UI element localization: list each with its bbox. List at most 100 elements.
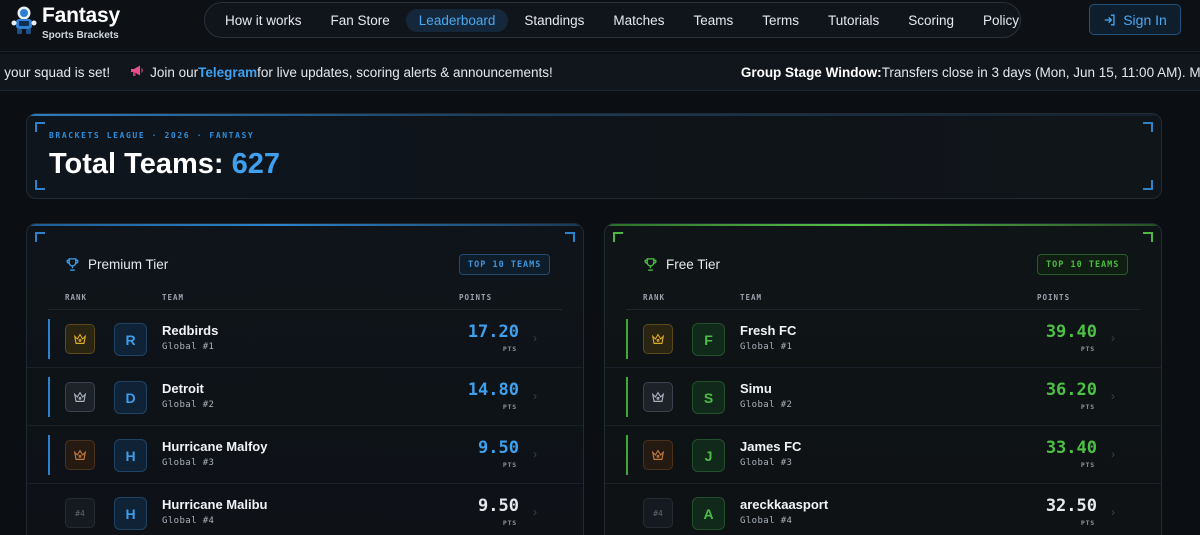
team-name[interactable]: Hurricane Malibu — [162, 497, 267, 512]
team-column-header: TEAM — [740, 293, 763, 302]
rank-number: #4 — [65, 498, 95, 528]
leaderboard-row[interactable]: #4 A areckkaasport Global #4 32.50 PTS › — [605, 484, 1161, 535]
points-column-header: POINTS — [459, 293, 493, 302]
nav-fan-store[interactable]: Fan Store — [318, 9, 403, 32]
chevron-right-icon: › — [533, 389, 537, 403]
sign-in-label: Sign In — [1123, 11, 1167, 28]
telegram-link[interactable]: Telegram — [198, 65, 257, 80]
crown-icon — [651, 391, 665, 402]
points-unit: PTS — [502, 519, 517, 527]
nav-terms[interactable]: Terms — [749, 9, 812, 32]
global-rank: Global #1 — [162, 342, 215, 352]
rank-column-header: RANK — [643, 293, 666, 302]
points-unit: PTS — [1080, 403, 1095, 411]
crown-icon — [651, 449, 665, 460]
team-points: 32.50 — [1045, 496, 1097, 516]
main-nav: How it works Fan Store Leaderboard Stand… — [204, 2, 1021, 38]
sign-in-icon — [1104, 14, 1115, 25]
brand-logo[interactable]: Fantasy Sports Brackets — [8, 3, 138, 47]
global-rank: Global #3 — [740, 458, 793, 468]
leaderboard-row[interactable]: F Fresh FC Global #1 39.40 PTS › — [605, 310, 1161, 368]
brand-title: Fantasy — [42, 4, 120, 27]
corner-decoration — [35, 122, 45, 132]
megaphone-icon — [130, 64, 144, 80]
crown-icon — [73, 333, 87, 344]
leaderboard-row[interactable]: S Simu Global #2 36.20 PTS › — [605, 368, 1161, 426]
corner-decoration — [35, 180, 45, 190]
global-rank: Global #2 — [740, 400, 793, 410]
leaderboard-row[interactable]: #4 H Hurricane Malibu Global #4 9.50 PTS… — [27, 484, 583, 535]
crown-icon — [73, 449, 87, 460]
nav-policy[interactable]: Policy — [970, 9, 1032, 32]
team-avatar: D — [114, 381, 147, 414]
chevron-right-icon: › — [533, 331, 537, 345]
leaderboard-row[interactable]: H Hurricane Malfoy Global #3 9.50 PTS › — [27, 426, 583, 484]
total-teams-card: BRACKETS LEAGUE · 2026 · FANTASY Total T… — [26, 113, 1162, 199]
team-points: 39.40 — [1045, 322, 1097, 342]
corner-decoration — [1143, 180, 1153, 190]
nav-matches[interactable]: Matches — [600, 9, 677, 32]
trophy-icon — [66, 258, 79, 271]
ticker-join-rest: for live updates, scoring alerts & annou… — [257, 64, 553, 80]
points-unit: PTS — [1080, 461, 1095, 469]
team-points: 14.80 — [467, 380, 519, 400]
top-header: Fantasy Sports Brackets How it works Fan… — [0, 0, 1200, 52]
sign-in-button[interactable]: Sign In — [1089, 4, 1181, 35]
leaderboard-row[interactable]: J James FC Global #3 33.40 PTS › — [605, 426, 1161, 484]
team-avatar: R — [114, 323, 147, 356]
chevron-right-icon: › — [1111, 505, 1115, 519]
rank-crown-silver — [643, 382, 673, 412]
ticker-lead-text: e your squad is set! — [0, 64, 111, 80]
corner-decoration — [1143, 122, 1153, 132]
nav-leaderboard[interactable]: Leaderboard — [405, 8, 509, 32]
team-avatar: H — [114, 439, 147, 472]
corner-decoration — [1143, 232, 1153, 242]
team-name[interactable]: Hurricane Malfoy — [162, 439, 267, 454]
global-rank: Global #1 — [740, 342, 793, 352]
free-tier-title: Free Tier — [643, 257, 720, 272]
trophy-icon — [644, 258, 657, 271]
nav-scoring[interactable]: Scoring — [895, 9, 967, 32]
corner-decoration — [565, 232, 575, 242]
nav-teams[interactable]: Teams — [680, 9, 746, 32]
nav-standings[interactable]: Standings — [511, 9, 597, 32]
total-teams-count: 627 — [231, 148, 281, 180]
nav-how-it-works[interactable]: How it works — [212, 9, 315, 32]
team-avatar: F — [692, 323, 725, 356]
team-name[interactable]: James FC — [740, 439, 801, 454]
ticker-join-text: Join our — [150, 64, 199, 80]
team-name[interactable]: Simu — [740, 381, 772, 396]
team-name[interactable]: areckkaasport — [740, 497, 828, 512]
global-rank: Global #2 — [162, 400, 215, 410]
points-unit: PTS — [502, 403, 517, 411]
premium-tier-label: Premium Tier — [88, 257, 169, 272]
premium-tier-panel: Premium Tier TOP 10 TEAMS RANK TEAM POIN… — [26, 223, 584, 535]
team-avatar: H — [114, 497, 147, 530]
announcement-ticker: e your squad is set! Join our Telegram f… — [0, 54, 1200, 91]
team-name[interactable]: Fresh FC — [740, 323, 796, 338]
points-unit: PTS — [1080, 345, 1095, 353]
team-avatar: J — [692, 439, 725, 472]
leaderboard-row[interactable]: R Redbirds Global #1 17.20 PTS › — [27, 310, 583, 368]
rank-crown-bronze — [65, 440, 95, 470]
corner-decoration — [613, 232, 623, 242]
rank-crown-bronze — [643, 440, 673, 470]
leaderboard-row[interactable]: D Detroit Global #2 14.80 PTS › — [27, 368, 583, 426]
team-points: 36.20 — [1045, 380, 1097, 400]
team-avatar: S — [692, 381, 725, 414]
top-teams-badge[interactable]: TOP 10 TEAMS — [1037, 254, 1129, 275]
free-tier-label: Free Tier — [666, 257, 721, 272]
league-kicker: BRACKETS LEAGUE · 2026 · FANTASY — [49, 131, 255, 140]
top-teams-badge[interactable]: TOP 10 TEAMS — [459, 254, 551, 275]
rank-crown-gold — [643, 324, 673, 354]
team-name[interactable]: Detroit — [162, 381, 204, 396]
chevron-right-icon: › — [533, 505, 537, 519]
team-name[interactable]: Redbirds — [162, 323, 218, 338]
points-column-header: POINTS — [1037, 293, 1071, 302]
total-teams-heading: Total Teams: 627 — [49, 148, 280, 181]
team-points: 9.50 — [478, 438, 519, 458]
crown-icon — [73, 391, 87, 402]
nav-tutorials[interactable]: Tutorials — [815, 9, 892, 32]
total-teams-label: Total Teams: — [49, 148, 232, 180]
free-tier-panel: Free Tier TOP 10 TEAMS RANK TEAM POINTS … — [604, 223, 1162, 535]
